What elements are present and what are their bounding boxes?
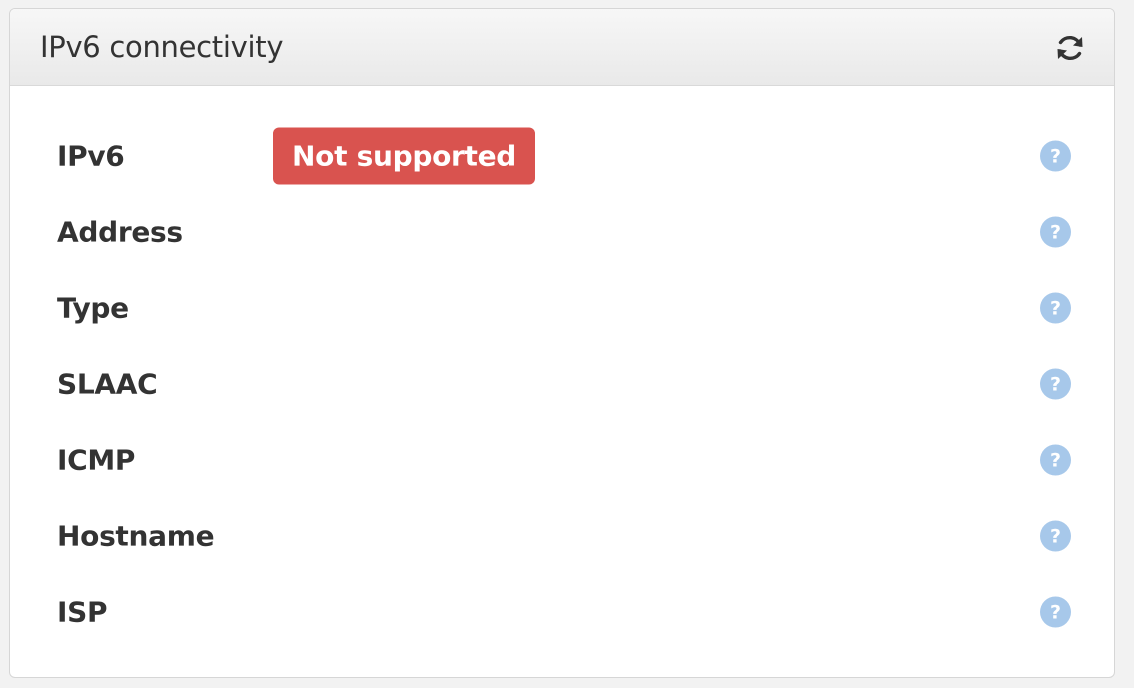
svg-text:?: ? xyxy=(1050,526,1061,548)
panel-header: IPv6 connectivity xyxy=(10,9,1114,86)
svg-text:?: ? xyxy=(1050,298,1061,320)
help-icon[interactable]: ? xyxy=(1040,292,1071,324)
help-icon[interactable]: ? xyxy=(1040,216,1071,248)
row-label: Hostname xyxy=(57,519,215,553)
row-label: Type xyxy=(57,291,129,325)
help-icon[interactable]: ? xyxy=(1040,444,1071,476)
refresh-icon[interactable] xyxy=(1053,31,1087,65)
row-label: IPv6 xyxy=(57,139,125,173)
help-icon[interactable]: ? xyxy=(1040,140,1071,172)
help-icon[interactable]: ? xyxy=(1040,520,1071,552)
row-label: SLAAC xyxy=(57,367,158,401)
svg-text:?: ? xyxy=(1050,222,1061,244)
status-badge: Not supported xyxy=(273,127,536,185)
help-icon[interactable]: ? xyxy=(1040,596,1071,628)
help-icon[interactable]: ? xyxy=(1040,368,1071,400)
row-label: Address xyxy=(57,215,183,249)
row-slaac: SLAAC ? xyxy=(10,354,1114,414)
row-ipv6: IPv6 Not supported ? xyxy=(10,126,1114,186)
svg-text:?: ? xyxy=(1050,602,1061,624)
row-hostname: Hostname ? xyxy=(10,506,1114,566)
svg-text:?: ? xyxy=(1050,146,1061,168)
row-address: Address ? xyxy=(10,202,1114,262)
row-label: ISP xyxy=(57,595,108,629)
row-isp: ISP ? xyxy=(10,582,1114,642)
svg-text:?: ? xyxy=(1050,450,1061,472)
row-label: ICMP xyxy=(57,443,136,477)
panel-title: IPv6 connectivity xyxy=(40,30,284,64)
row-icmp: ICMP ? xyxy=(10,430,1114,490)
row-type: Type ? xyxy=(10,278,1114,338)
svg-text:?: ? xyxy=(1050,374,1061,396)
ipv6-connectivity-panel: IPv6 connectivity IPv6 Not supported ? A… xyxy=(9,8,1115,678)
